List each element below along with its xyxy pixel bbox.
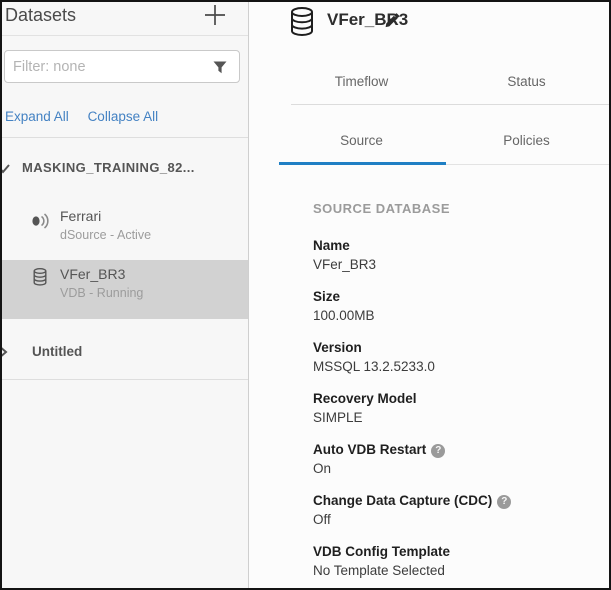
tree-group-label: MASKING_TRAINING_82... [22, 160, 195, 175]
help-icon[interactable]: ? [431, 444, 445, 458]
field-label: VDB Config Template [313, 542, 599, 561]
divider [2, 137, 248, 138]
field-value: Off [313, 510, 599, 529]
tree-item-status: dSource - Active [60, 228, 151, 242]
tab-policies[interactable]: Policies [444, 105, 609, 165]
tab-source[interactable]: Source [279, 105, 444, 165]
panel-title: Datasets [5, 5, 76, 26]
database-icon [32, 267, 48, 287]
expand-all-link[interactable]: Expand All [5, 109, 69, 124]
field-label: Size [313, 287, 599, 306]
field-name: Name VFer_BR3 [313, 236, 599, 274]
dsource-icon [30, 211, 52, 231]
filter-input[interactable] [5, 51, 239, 82]
detail-header: VFer_BR3 [250, 2, 609, 57]
collapse-all-link[interactable]: Collapse All [88, 109, 159, 124]
field-label: Name [313, 236, 599, 255]
filter-funnel-icon[interactable] [213, 61, 227, 74]
field-cdc: Change Data Capture (CDC)? Off [313, 491, 599, 529]
field-label: Auto VDB Restart? [313, 440, 599, 459]
chevron-right-icon [2, 344, 8, 360]
active-tab-underline [279, 162, 446, 165]
field-label-text: Change Data Capture (CDC) [313, 493, 492, 508]
field-value: MSSQL 13.2.5233.0 [313, 357, 599, 376]
filter-field-wrap [4, 50, 240, 83]
tab-row-bottom: Source Policies [279, 105, 609, 165]
tree-item-vfer-br3-selected[interactable]: VFer_BR3 VDB - Running [2, 260, 248, 319]
tree-item-name: VFer_BR3 [60, 266, 125, 282]
tab-row-top: Timeflow Status [279, 57, 609, 105]
tree-item-status: VDB - Running [60, 286, 143, 300]
field-recovery-model: Recovery Model SIMPLE [313, 389, 599, 427]
field-label: Change Data Capture (CDC)? [313, 491, 599, 510]
edit-pencil-icon[interactable] [384, 11, 402, 29]
source-details: SOURCE DATABASE Name VFer_BR3 Size 100.0… [313, 201, 599, 590]
tab-status[interactable]: Status [444, 57, 609, 105]
field-value: On [313, 459, 599, 478]
field-size: Size 100.00MB [313, 287, 599, 325]
tree-group-masking-training[interactable]: MASKING_TRAINING_82... [2, 154, 248, 184]
plus-icon [204, 4, 226, 26]
datasets-panel: Datasets Expand All Collapse All [2, 2, 249, 588]
field-version: Version MSSQL 13.2.5233.0 [313, 338, 599, 376]
section-title: SOURCE DATABASE [313, 201, 599, 216]
divider [2, 379, 248, 380]
database-icon [288, 6, 316, 38]
field-value: No Template Selected [313, 561, 599, 580]
add-dataset-button[interactable] [204, 4, 226, 26]
field-label: Recovery Model [313, 389, 599, 408]
field-auto-vdb-restart: Auto VDB Restart? On [313, 440, 599, 478]
help-icon[interactable]: ? [497, 495, 511, 509]
tree-controls: Expand All Collapse All [5, 109, 158, 124]
field-value: 100.00MB [313, 306, 599, 325]
tree-group-untitled[interactable]: Untitled [2, 339, 248, 367]
tab-timeflow[interactable]: Timeflow [279, 57, 444, 105]
tree-item-ferrari[interactable]: Ferrari dSource - Active [2, 202, 248, 254]
app-window: Datasets Expand All Collapse All [0, 0, 611, 590]
field-vdb-config-template: VDB Config Template No Template Selected [313, 542, 599, 580]
detail-panel: VFer_BR3 Timeflow Status Source Policies… [250, 2, 609, 588]
field-value: VFer_BR3 [313, 255, 599, 274]
field-label: Version [313, 338, 599, 357]
tree-group-label: Untitled [32, 344, 82, 359]
tree-item-name: Ferrari [60, 208, 101, 224]
datasets-panel-header: Datasets [2, 2, 248, 36]
field-value: SIMPLE [313, 408, 599, 427]
field-label-text: Auto VDB Restart [313, 442, 426, 457]
chevron-down-icon [2, 162, 11, 176]
